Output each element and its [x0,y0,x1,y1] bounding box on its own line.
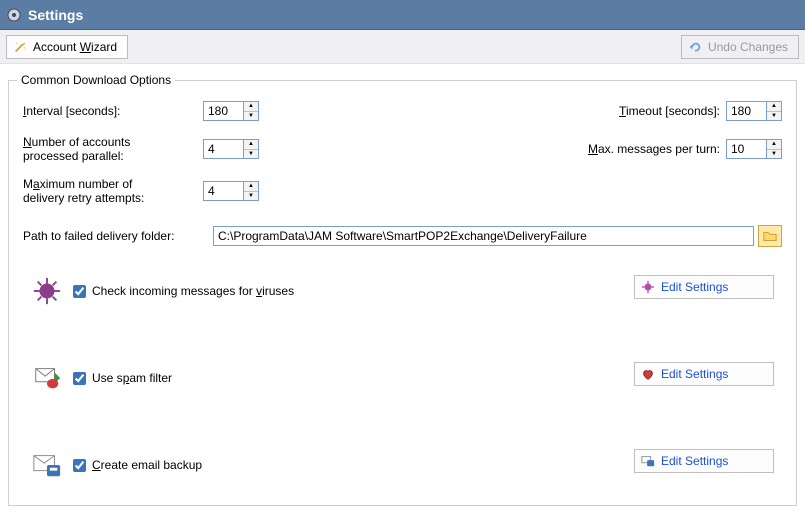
timeout-input[interactable] [726,101,766,121]
backup-edit-label: Edit Settings [661,454,728,468]
path-label: Path to failed delivery folder: [23,229,213,243]
interval-stepper[interactable]: ▲▼ [203,101,259,121]
timeout-spinner[interactable]: ▲▼ [766,101,782,121]
interval-spinner[interactable]: ▲▼ [243,101,259,121]
number-accounts-spinner[interactable]: ▲▼ [243,139,259,159]
heart-shield-icon [641,367,655,381]
window-title: Settings [28,7,83,23]
backup-icon [31,449,63,481]
spam-checkbox[interactable] [73,372,86,385]
common-download-options-group: Common Download Options Interval [second… [8,80,797,506]
content-area: Common Download Options Interval [second… [0,64,805,514]
interval-input[interactable] [203,101,243,121]
virus-icon [31,275,63,307]
group-legend: Common Download Options [17,73,175,87]
max-messages-input[interactable] [726,139,766,159]
max-messages-spinner[interactable]: ▲▼ [766,139,782,159]
virus-edit-settings-button[interactable]: Edit Settings [634,275,774,299]
max-retry-spinner[interactable]: ▲▼ [243,181,259,201]
virus-edit-label: Edit Settings [661,280,728,294]
backup-option[interactable]: Create email backup [73,458,202,472]
wand-icon [13,40,27,54]
backup-edit-settings-button[interactable]: Edit Settings [634,449,774,473]
spam-icon [31,362,63,394]
toolbar: Account Wizard Undo Changes [0,30,805,64]
timeout-label: Timeout [seconds]: [619,104,720,118]
account-wizard-button[interactable]: Account Wizard [6,35,128,59]
undo-icon [688,40,702,54]
undo-changes-button: Undo Changes [681,35,799,59]
max-messages-label: Max. messages per turn: [588,142,720,156]
number-accounts-label: Number of accountsprocessed parallel: [23,135,203,163]
folder-icon [763,229,777,243]
virus-small-icon [641,280,655,294]
backup-checkbox[interactable] [73,459,86,472]
virus-checkbox[interactable] [73,285,86,298]
number-accounts-stepper[interactable]: ▲▼ [203,139,259,159]
timeout-stepper[interactable]: ▲▼ [726,101,782,121]
browse-folder-button[interactable] [758,225,782,247]
undo-changes-label: Undo Changes [708,40,788,54]
virus-check-option[interactable]: Check incoming messages for viruses [73,284,294,298]
spam-edit-label: Edit Settings [661,367,728,381]
max-retry-label: Maximum number ofdelivery retry attempts… [23,177,203,205]
path-input[interactable] [213,226,754,246]
max-messages-stepper[interactable]: ▲▼ [726,139,782,159]
spam-edit-settings-button[interactable]: Edit Settings [634,362,774,386]
number-accounts-input[interactable] [203,139,243,159]
title-bar: Settings [0,0,805,30]
max-retry-stepper[interactable]: ▲▼ [203,181,259,201]
spam-filter-option[interactable]: Use spam filter [73,371,172,385]
max-retry-input[interactable] [203,181,243,201]
app-icon [6,7,22,23]
interval-label: Interval [seconds]: [23,104,203,118]
disk-mail-icon [641,454,655,468]
